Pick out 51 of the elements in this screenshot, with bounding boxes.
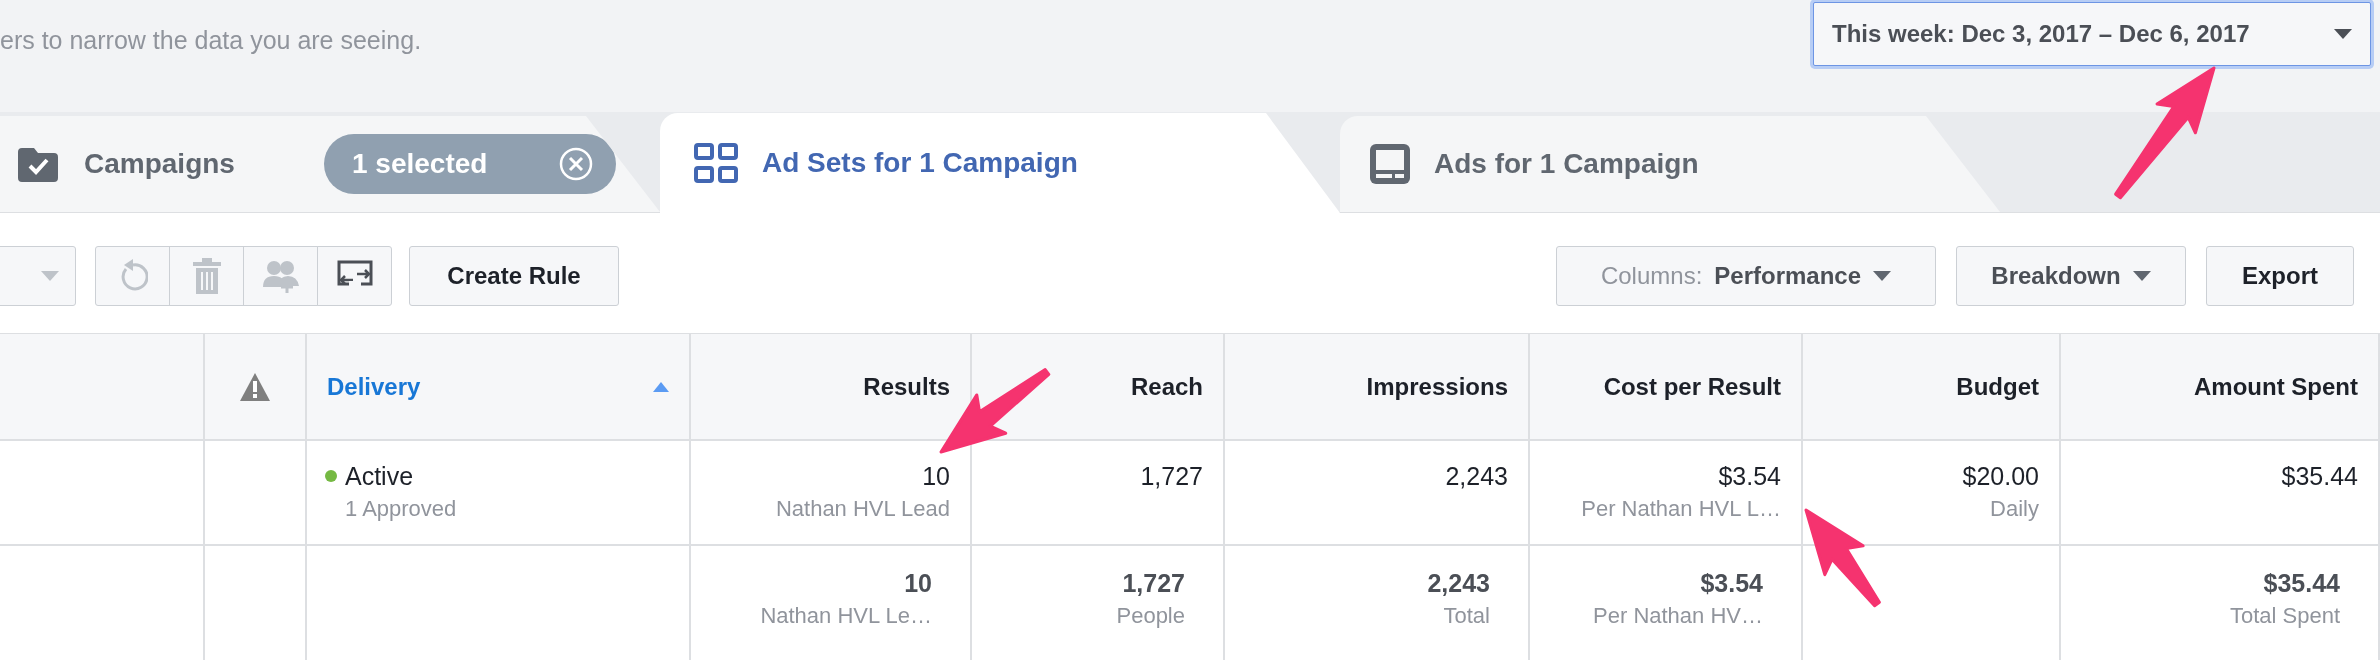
- column-header[interactable]: Amount Spent: [2061, 334, 2380, 441]
- cell-subtext: People: [1116, 602, 1185, 630]
- date-range-dropdown[interactable]: This week: Dec 3, 2017 – Dec 6, 2017: [1813, 2, 2371, 66]
- close-icon[interactable]: [558, 146, 594, 182]
- cell-value: 1,727: [1140, 461, 1203, 492]
- caret-down-icon: [2334, 29, 2352, 39]
- warning-icon: [240, 372, 270, 401]
- tab[interactable]: Ads for 1 Campaign: [1340, 116, 2000, 212]
- total-value: 10: [904, 568, 932, 599]
- cell-subtext: Nathan HVL Le…: [760, 602, 932, 630]
- cell-subtext: Total: [1443, 602, 1490, 630]
- status-detail-text: 1 Approved: [344, 495, 457, 523]
- swap-button[interactable]: [317, 246, 392, 306]
- export-button[interactable]: Export: [2206, 246, 2354, 306]
- caret-down-icon: [41, 271, 59, 281]
- total-value: 1,727: [1122, 568, 1185, 599]
- cell-value: $20.00: [1962, 461, 2039, 492]
- total-value: $35.44: [2263, 568, 2340, 599]
- column-header[interactable]: Results: [691, 334, 972, 441]
- column-header[interactable]: [205, 334, 307, 441]
- cell-subtext: Per Nathan HVL L…: [1581, 495, 1781, 523]
- tab[interactable]: Ad Sets for 1 Campaign: [660, 113, 1340, 213]
- cell-value: $3.54: [1718, 461, 1781, 492]
- sort-up-icon: [653, 381, 669, 392]
- columns-dropdown[interactable]: Columns: Performance: [1556, 246, 1936, 306]
- cell-value: 10: [922, 461, 950, 492]
- breakdown-dropdown[interactable]: Breakdown: [1956, 246, 2186, 306]
- cell-subtext: Daily: [1990, 495, 2039, 523]
- column-header[interactable]: Cost per Result: [1530, 334, 1803, 441]
- cell-subtext: Per Nathan HV…: [1593, 602, 1763, 630]
- total-value: 2,243: [1427, 568, 1490, 599]
- trash-icon: [192, 258, 221, 294]
- filter-hint-text: ers to narrow the data you are seeing.: [0, 25, 422, 55]
- caret-down-icon: [2132, 271, 2151, 281]
- column-header[interactable]: Impressions: [1225, 334, 1530, 441]
- total-value: $3.54: [1700, 568, 1763, 599]
- column-header[interactable]: Delivery: [307, 334, 691, 441]
- column-header[interactable]: Budget: [1803, 334, 2061, 441]
- cell-subtext: Nathan HVL Lead: [775, 495, 950, 523]
- cell-value: 2,243: [1445, 461, 1508, 492]
- caret-down-icon: [1873, 271, 1892, 281]
- tab[interactable]: Campaigns 1 selected: [0, 116, 660, 212]
- grid-icon: [694, 143, 738, 183]
- cell-subtext: Total Spent: [2229, 602, 2340, 630]
- cell-value: $35.44: [2281, 461, 2358, 492]
- screen-icon: [1370, 144, 1410, 184]
- column-header[interactable]: Reach: [972, 334, 1225, 441]
- create-rule-button[interactable]: Create Rule: [409, 246, 619, 306]
- folder-check-icon: [16, 146, 60, 182]
- status-text: Active: [345, 461, 414, 492]
- people-icon: [262, 259, 299, 293]
